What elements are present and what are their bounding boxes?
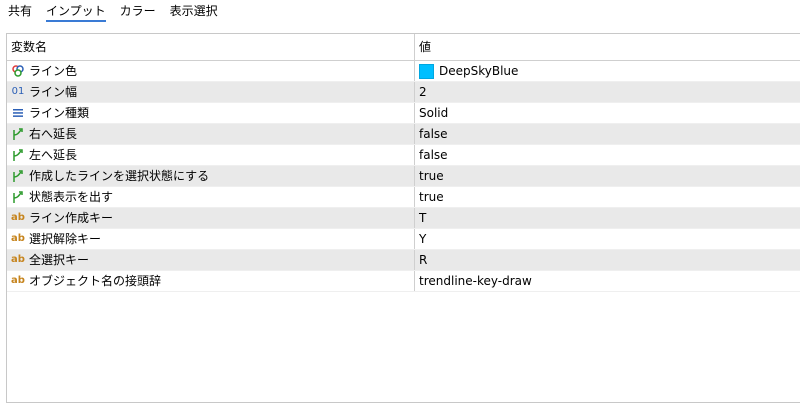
table-row[interactable]: ライン色 DeepSkyBlue bbox=[7, 61, 800, 82]
table-row[interactable]: ab オブジェクト名の接頭辞 trendline-key-draw bbox=[7, 271, 800, 292]
row-value: Solid bbox=[419, 106, 449, 120]
row-value-cell[interactable]: trendline-key-draw bbox=[415, 271, 800, 291]
input-parameters-panel: 変数名 値 ライン色 DeepSkyBlue 01 ライン幅 2 ライン種類 S… bbox=[6, 33, 800, 403]
row-value-cell[interactable]: 2 bbox=[415, 82, 800, 102]
row-value-cell[interactable]: R bbox=[415, 250, 800, 270]
row-label: ライン作成キー bbox=[29, 211, 114, 225]
color-swatch-icon bbox=[419, 63, 434, 79]
row-label: 選択解除キー bbox=[29, 232, 102, 246]
row-value-cell[interactable]: DeepSkyBlue bbox=[415, 61, 800, 81]
branch-arrow-icon bbox=[11, 190, 25, 204]
column-header-value: 値 bbox=[419, 40, 432, 54]
row-value-cell[interactable]: Solid bbox=[415, 103, 800, 123]
row-value: DeepSkyBlue bbox=[439, 64, 519, 78]
table-row[interactable]: 01 ライン幅 2 bbox=[7, 82, 800, 103]
row-label: 状態表示を出す bbox=[29, 190, 114, 204]
tab-input[interactable]: インプット bbox=[46, 0, 106, 22]
row-value: 2 bbox=[419, 85, 427, 99]
row-label: オブジェクト名の接頭辞 bbox=[29, 274, 162, 288]
row-value-cell[interactable]: Y bbox=[415, 229, 800, 249]
row-value: T bbox=[419, 211, 427, 225]
row-name-cell: 右へ延長 bbox=[7, 124, 415, 144]
row-name-cell: 状態表示を出す bbox=[7, 187, 415, 207]
row-name-cell: ライン色 bbox=[7, 61, 415, 81]
text-ab-icon: ab bbox=[11, 212, 25, 223]
branch-arrow-icon bbox=[11, 148, 25, 162]
row-value: R bbox=[419, 253, 428, 267]
table-row[interactable]: 右へ延長 false bbox=[7, 124, 800, 145]
row-name-cell: ライン種類 bbox=[7, 103, 415, 123]
tab-share[interactable]: 共有 bbox=[8, 0, 32, 22]
branch-arrow-icon bbox=[11, 169, 25, 183]
row-label: 右へ延長 bbox=[29, 127, 78, 141]
row-name-cell: ab ライン作成キー bbox=[7, 208, 415, 228]
row-value-cell[interactable]: T bbox=[415, 208, 800, 228]
row-label: 左へ延長 bbox=[29, 148, 78, 162]
list-icon bbox=[11, 106, 25, 120]
row-value-cell[interactable]: false bbox=[415, 145, 800, 165]
table-row[interactable]: ab ライン作成キー T bbox=[7, 208, 800, 229]
text-ab-icon: ab bbox=[11, 275, 25, 286]
row-value-cell[interactable]: true bbox=[415, 187, 800, 207]
row-label: ライン色 bbox=[29, 64, 78, 78]
row-name-cell: 左へ延長 bbox=[7, 145, 415, 165]
row-value: true bbox=[419, 169, 444, 183]
row-value: true bbox=[419, 190, 444, 204]
row-name-cell: 01 ライン幅 bbox=[7, 82, 415, 102]
table-row[interactable]: ab 選択解除キー Y bbox=[7, 229, 800, 250]
table-row[interactable]: 状態表示を出す true bbox=[7, 187, 800, 208]
table-row[interactable]: 作成したラインを選択状態にする true bbox=[7, 166, 800, 187]
row-value: Y bbox=[419, 232, 427, 246]
row-value: false bbox=[419, 148, 448, 162]
row-label: ライン幅 bbox=[29, 85, 78, 99]
row-value: false bbox=[419, 127, 448, 141]
row-value-cell[interactable]: true bbox=[415, 166, 800, 186]
table-row[interactable]: ライン種類 Solid bbox=[7, 103, 800, 124]
color-params-icon bbox=[11, 64, 25, 78]
row-name-cell: ab オブジェクト名の接頭辞 bbox=[7, 271, 415, 291]
row-label: ライン種類 bbox=[29, 106, 90, 120]
branch-arrow-icon bbox=[11, 127, 25, 141]
row-name-cell: 作成したラインを選択状態にする bbox=[7, 166, 415, 186]
row-name-cell: ab 選択解除キー bbox=[7, 229, 415, 249]
table-row[interactable]: ab 全選択キー R bbox=[7, 250, 800, 271]
parameters-table: 変数名 値 ライン色 DeepSkyBlue 01 ライン幅 2 ライン種類 S… bbox=[7, 34, 800, 292]
text-ab-icon: ab bbox=[11, 254, 25, 265]
tab-display-select[interactable]: 表示選択 bbox=[170, 0, 218, 22]
tab-color[interactable]: カラー bbox=[120, 0, 156, 22]
numeric-icon: 01 bbox=[11, 86, 25, 97]
row-label: 作成したラインを選択状態にする bbox=[29, 169, 210, 183]
text-ab-icon: ab bbox=[11, 233, 25, 244]
column-header-variable: 変数名 bbox=[7, 34, 415, 60]
row-label: 全選択キー bbox=[29, 253, 90, 267]
row-value-cell[interactable]: false bbox=[415, 124, 800, 144]
table-header-row: 変数名 値 bbox=[7, 34, 800, 61]
row-name-cell: ab 全選択キー bbox=[7, 250, 415, 270]
row-value: trendline-key-draw bbox=[419, 274, 532, 288]
tab-bar: 共有 インプット カラー 表示選択 bbox=[0, 0, 224, 22]
table-row[interactable]: 左へ延長 false bbox=[7, 145, 800, 166]
